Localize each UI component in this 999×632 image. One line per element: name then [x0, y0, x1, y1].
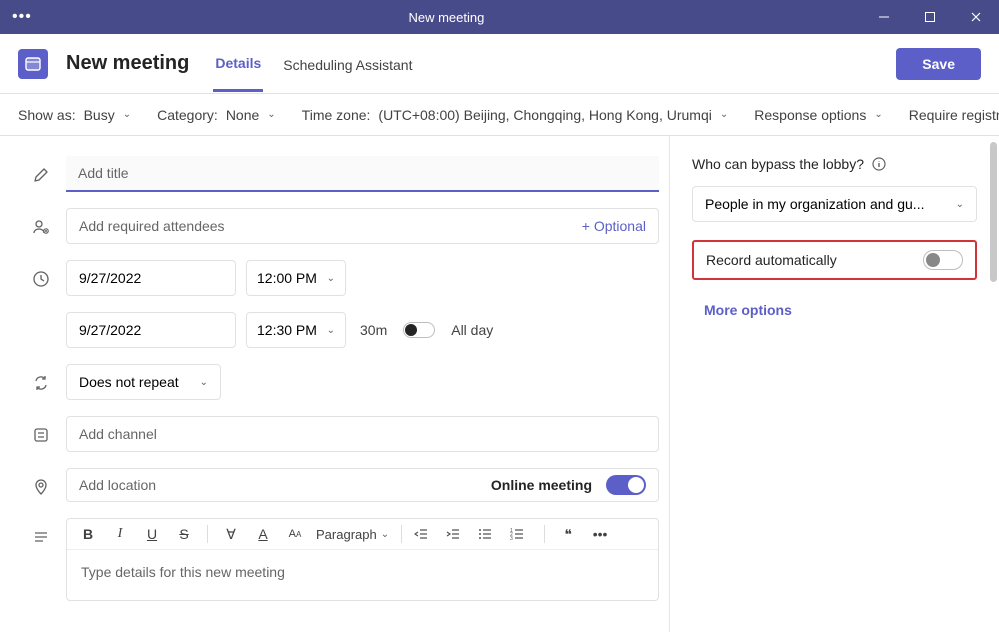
recurrence-value: Does not repeat — [79, 374, 179, 390]
app-menu-icon[interactable]: ••• — [12, 8, 32, 26]
channel-icon — [30, 424, 52, 446]
people-icon — [30, 216, 52, 238]
tab-scheduling-assistant[interactable]: Scheduling Assistant — [281, 37, 414, 91]
svg-text:3: 3 — [510, 536, 513, 541]
tab-details[interactable]: Details — [213, 35, 263, 92]
font-size-button[interactable]: AA — [284, 528, 306, 540]
page-header: New meeting Details Scheduling Assistant… — [0, 34, 999, 94]
end-date-input[interactable]: 9/27/2022 — [66, 312, 236, 348]
pencil-icon — [30, 164, 52, 186]
spacer-icon — [30, 320, 52, 342]
lobby-bypass-label: Who can bypass the lobby? — [692, 156, 864, 172]
more-formatting-button[interactable]: ••• — [589, 526, 611, 542]
location-icon — [30, 476, 52, 498]
category-dropdown[interactable]: Category: None ⌄ — [157, 107, 276, 123]
bullet-list-button[interactable] — [478, 527, 500, 541]
category-value: None — [226, 107, 259, 123]
window-titlebar: ••• New meeting — [0, 0, 999, 34]
paragraph-style-dropdown[interactable]: Paragraph ⌄ — [316, 527, 389, 542]
chevron-down-icon: ⌄ — [956, 199, 964, 210]
attendees-input[interactable]: Add required attendees + Optional — [66, 208, 659, 244]
chevron-down-icon: ⌄ — [200, 377, 208, 388]
lobby-bypass-dropdown[interactable]: People in my organization and gu... ⌄ — [692, 186, 977, 222]
chevron-down-icon: ⌄ — [874, 109, 882, 120]
toolbar-separator — [544, 525, 545, 543]
start-time-dropdown[interactable]: 12:00 PM ⌄ — [246, 260, 346, 296]
info-icon[interactable] — [872, 157, 886, 171]
window-minimize-button[interactable] — [861, 0, 907, 34]
italic-button[interactable]: I — [109, 526, 131, 542]
response-options-dropdown[interactable]: Response options ⌄ — [754, 107, 882, 123]
quote-button[interactable]: ❝ — [557, 526, 579, 543]
online-meeting-label: Online meeting — [491, 477, 592, 493]
timezone-label: Time zone: — [302, 107, 371, 123]
recurrence-dropdown[interactable]: Does not repeat ⌄ — [66, 364, 221, 400]
repeat-icon — [30, 372, 52, 394]
toolbar-separator — [401, 525, 402, 543]
indent-button[interactable] — [446, 527, 468, 541]
description-editor[interactable]: Type details for this new meeting — [67, 550, 658, 600]
chevron-down-icon: ⌄ — [327, 325, 335, 336]
online-meeting-toggle[interactable] — [606, 475, 646, 495]
location-input[interactable]: Add location — [79, 477, 477, 493]
title-input[interactable]: Add title — [66, 156, 659, 192]
chevron-down-icon: ⌄ — [381, 529, 389, 540]
toolbar-separator — [207, 525, 208, 543]
end-time-dropdown[interactable]: 12:30 PM ⌄ — [246, 312, 346, 348]
all-day-label: All day — [451, 322, 493, 338]
show-as-label: Show as: — [18, 107, 76, 123]
more-options-link[interactable]: More options — [692, 302, 977, 318]
lobby-bypass-value: People in my organization and gu... — [705, 196, 924, 212]
record-automatically-toggle[interactable] — [923, 250, 963, 270]
bold-button[interactable]: B — [77, 526, 99, 542]
meeting-options-panel: Who can bypass the lobby? People in my o… — [669, 136, 999, 632]
scrollbar-thumb[interactable] — [990, 142, 997, 282]
meeting-form: Add title Add required attendees + Optio… — [0, 136, 669, 632]
end-time-value: 12:30 PM — [257, 322, 317, 338]
scrollbar-track — [989, 142, 997, 626]
font-color-button[interactable]: A — [252, 526, 274, 542]
outdent-button[interactable] — [414, 527, 436, 541]
show-as-value: Busy — [84, 107, 115, 123]
channel-input[interactable]: Add channel — [66, 416, 659, 452]
timezone-dropdown[interactable]: Time zone: (UTC+08:00) Beijing, Chongqin… — [302, 107, 729, 123]
strikethrough-button[interactable]: S — [173, 526, 195, 542]
clock-icon — [30, 268, 52, 290]
window-close-button[interactable] — [953, 0, 999, 34]
add-optional-attendees-link[interactable]: + Optional — [582, 218, 646, 234]
response-options-label: Response options — [754, 107, 866, 123]
chevron-down-icon: ⌄ — [123, 109, 131, 120]
editor-toolbar: B I U S ∀ A AA Paragraph ⌄ — [67, 519, 658, 550]
highlight-button[interactable]: ∀ — [220, 526, 242, 543]
underline-button[interactable]: U — [141, 526, 163, 542]
paragraph-style-value: Paragraph — [316, 527, 377, 542]
save-button[interactable]: Save — [896, 48, 981, 80]
show-as-dropdown[interactable]: Show as: Busy ⌄ — [18, 107, 131, 123]
chevron-down-icon: ⌄ — [327, 273, 335, 284]
page-title: New meeting — [66, 52, 189, 75]
record-automatically-label: Record automatically — [706, 252, 837, 268]
meeting-options-strip: Show as: Busy ⌄ Category: None ⌄ Time zo… — [0, 94, 999, 136]
numbered-list-button[interactable]: 123 — [510, 527, 532, 541]
chevron-down-icon: ⌄ — [720, 109, 728, 120]
start-time-value: 12:00 PM — [257, 270, 317, 286]
require-registration-dropdown[interactable]: Require registration: N — [909, 107, 999, 123]
duration-label: 30m — [360, 322, 387, 338]
start-date-input[interactable]: 9/27/2022 — [66, 260, 236, 296]
category-label: Category: — [157, 107, 218, 123]
window-maximize-button[interactable] — [907, 0, 953, 34]
record-automatically-row: Record automatically — [692, 240, 977, 280]
description-icon — [30, 526, 52, 548]
timezone-value: (UTC+08:00) Beijing, Chongqing, Hong Kon… — [378, 107, 711, 123]
attendees-placeholder: Add required attendees — [79, 218, 225, 234]
all-day-toggle[interactable] — [403, 322, 435, 338]
chevron-down-icon: ⌄ — [267, 109, 275, 120]
require-registration-label: Require registration: N — [909, 107, 999, 123]
window-title: New meeting — [32, 10, 861, 25]
calendar-app-icon — [18, 49, 48, 79]
